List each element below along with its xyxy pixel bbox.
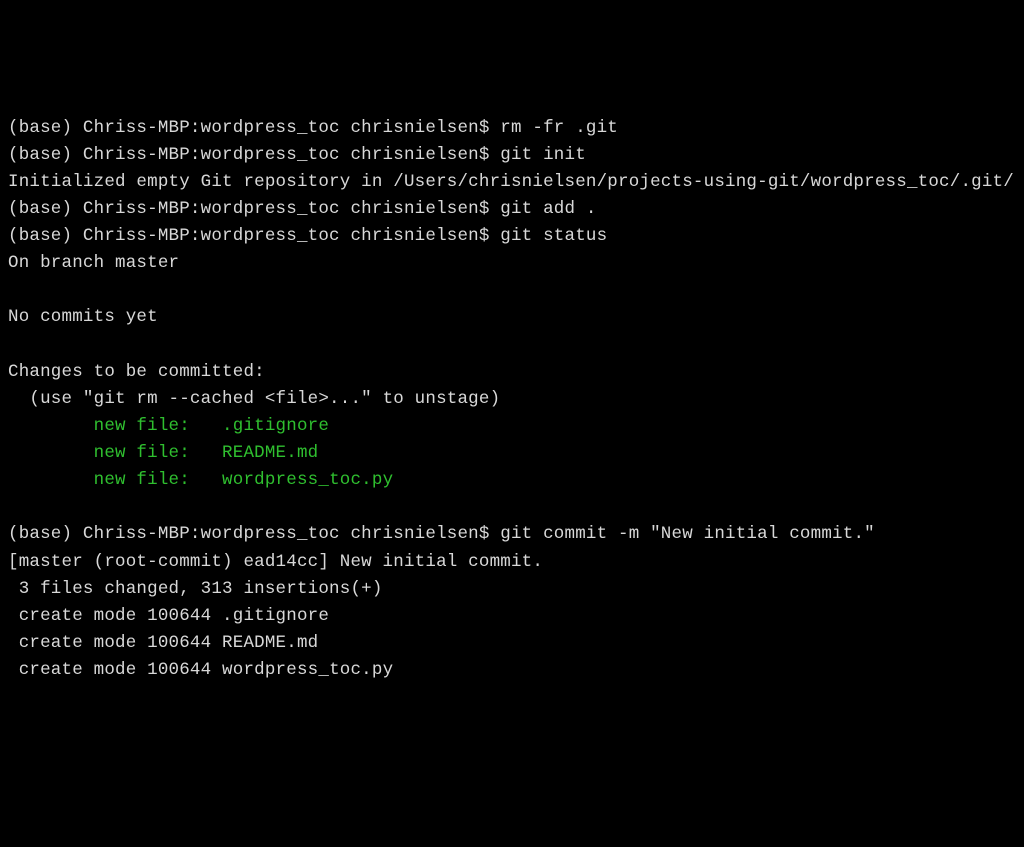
output-unstage-hint: (use "git rm --cached <file>..." to unst… [8, 386, 1016, 413]
terminal-line-init: (base) Chriss-MBP:wordpress_toc chrisnie… [8, 142, 1016, 169]
blank-line [8, 332, 1016, 359]
output-create-0: create mode 100644 .gitignore [8, 603, 1016, 630]
output-branch: On branch master [8, 250, 1016, 277]
output-create-1: create mode 100644 README.md [8, 630, 1016, 657]
output-newfile-0: new file: .gitignore [8, 413, 1016, 440]
output-commit-stats: 3 files changed, 313 insertions(+) [8, 576, 1016, 603]
shell-prompt: (base) Chriss-MBP:wordpress_toc chrisnie… [8, 199, 490, 219]
shell-prompt: (base) Chriss-MBP:wordpress_toc chrisnie… [8, 226, 490, 246]
command-git-add: git add . [500, 199, 596, 219]
output-changes-header: Changes to be committed: [8, 359, 1016, 386]
blank-line [8, 277, 1016, 304]
blank-line [8, 494, 1016, 521]
command-git-commit: git commit -m "New initial commit." [500, 524, 875, 544]
terminal-line-status: (base) Chriss-MBP:wordpress_toc chrisnie… [8, 223, 1016, 250]
output-init: Initialized empty Git repository in /Use… [8, 169, 1016, 196]
output-no-commits: No commits yet [8, 304, 1016, 331]
command-git-status: git status [500, 226, 607, 246]
shell-prompt: (base) Chriss-MBP:wordpress_toc chrisnie… [8, 118, 490, 138]
output-create-2: create mode 100644 wordpress_toc.py [8, 657, 1016, 684]
terminal-line-add: (base) Chriss-MBP:wordpress_toc chrisnie… [8, 196, 1016, 223]
output-commit-result: [master (root-commit) ead14cc] New initi… [8, 549, 1016, 576]
shell-prompt: (base) Chriss-MBP:wordpress_toc chrisnie… [8, 145, 490, 165]
command-git-init: git init [500, 145, 586, 165]
terminal-line-rm: (base) Chriss-MBP:wordpress_toc chrisnie… [8, 115, 1016, 142]
command-rm: rm -fr .git [500, 118, 618, 138]
shell-prompt: (base) Chriss-MBP:wordpress_toc chrisnie… [8, 524, 490, 544]
terminal-line-commit: (base) Chriss-MBP:wordpress_toc chrisnie… [8, 521, 1016, 548]
output-newfile-1: new file: README.md [8, 440, 1016, 467]
output-newfile-2: new file: wordpress_toc.py [8, 467, 1016, 494]
